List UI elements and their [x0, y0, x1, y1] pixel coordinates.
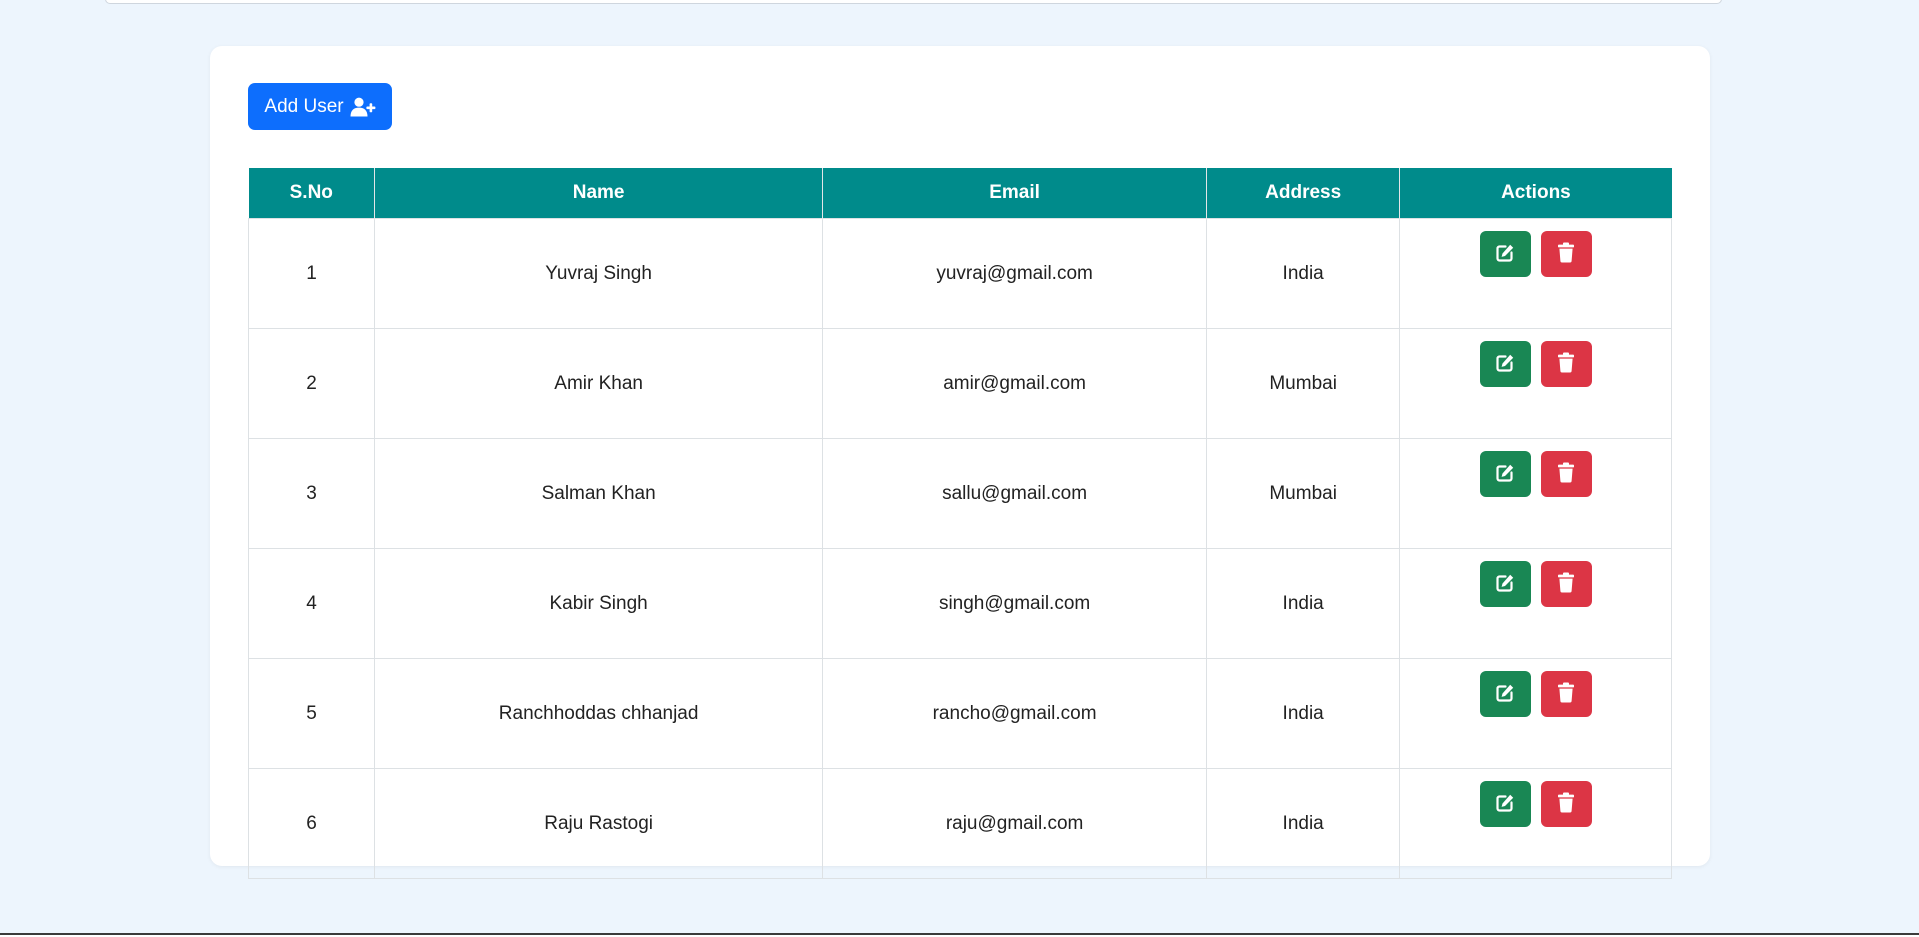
row-actions — [1400, 451, 1671, 497]
trash-icon — [1557, 572, 1575, 596]
edit-icon — [1495, 353, 1515, 376]
trash-icon — [1557, 792, 1575, 816]
users-card: Add User S.No Name Email Address Actions — [210, 46, 1710, 879]
delete-button[interactable] — [1540, 671, 1592, 717]
trash-icon — [1557, 352, 1575, 376]
trash-icon — [1557, 682, 1575, 706]
column-header-email: Email — [822, 168, 1207, 219]
cell-actions — [1399, 548, 1672, 659]
edit-icon — [1495, 683, 1515, 706]
edit-button[interactable] — [1479, 781, 1531, 827]
cell-name: Salman Khan — [374, 438, 824, 549]
cell-sno: 5 — [247, 658, 376, 769]
column-header-address: Address — [1206, 168, 1401, 219]
cell-email: raju@gmail.com — [822, 768, 1207, 879]
edit-button[interactable] — [1479, 341, 1531, 387]
row-actions — [1400, 671, 1671, 717]
cell-actions — [1399, 218, 1672, 329]
cell-address: India — [1205, 548, 1401, 659]
top-bar-edge — [105, 0, 1722, 4]
column-header-name: Name — [374, 168, 824, 219]
table-header-row: S.No Name Email Address Actions — [248, 168, 1672, 219]
cell-name: Raju Rastogi — [374, 768, 824, 879]
table-row: 5 Ranchhoddas chhanjad rancho@gmail.com … — [247, 658, 1672, 769]
users-table: S.No Name Email Address Actions 1 Yuvraj… — [247, 168, 1672, 879]
cell-actions — [1399, 438, 1672, 549]
cell-email: amir@gmail.com — [822, 328, 1207, 439]
row-actions — [1400, 781, 1671, 827]
cell-name: Kabir Singh — [374, 548, 824, 659]
trash-icon — [1557, 242, 1575, 266]
cell-actions — [1399, 768, 1672, 879]
edit-icon — [1495, 243, 1515, 266]
edit-button[interactable] — [1479, 231, 1531, 277]
cell-address: India — [1205, 658, 1401, 769]
page-background: Add User S.No Name Email Address Actions — [0, 0, 1919, 935]
cell-email: sallu@gmail.com — [822, 438, 1207, 549]
cell-name: Amir Khan — [374, 328, 824, 439]
table-row: 3 Salman Khan sallu@gmail.com Mumbai — [247, 438, 1672, 549]
table-row: 4 Kabir Singh singh@gmail.com India — [247, 548, 1672, 659]
column-header-sno: S.No — [248, 168, 376, 219]
cell-sno: 3 — [247, 438, 376, 549]
user-plus-icon — [350, 97, 376, 117]
cell-actions — [1399, 658, 1672, 769]
cell-address: Mumbai — [1205, 328, 1401, 439]
table-body: 1 Yuvraj Singh yuvraj@gmail.com India 2 … — [247, 218, 1672, 879]
cell-email: rancho@gmail.com — [822, 658, 1207, 769]
edit-button[interactable] — [1479, 561, 1531, 607]
table-row: 1 Yuvraj Singh yuvraj@gmail.com India — [247, 218, 1672, 329]
cell-sno: 6 — [247, 768, 376, 879]
cell-address: India — [1205, 768, 1401, 879]
cell-name: Yuvraj Singh — [374, 218, 824, 329]
add-user-button[interactable]: Add User — [248, 83, 392, 130]
delete-button[interactable] — [1540, 341, 1592, 387]
edit-icon — [1495, 463, 1515, 486]
row-actions — [1400, 341, 1671, 387]
delete-button[interactable] — [1540, 451, 1592, 497]
row-actions — [1400, 231, 1671, 277]
cell-name: Ranchhoddas chhanjad — [374, 658, 824, 769]
delete-button[interactable] — [1540, 231, 1592, 277]
column-header-actions: Actions — [1399, 168, 1672, 219]
add-user-label: Add User — [264, 95, 344, 117]
cell-sno: 1 — [247, 218, 376, 329]
delete-button[interactable] — [1540, 561, 1592, 607]
cell-sno: 2 — [247, 328, 376, 439]
cell-address: Mumbai — [1205, 438, 1401, 549]
delete-button[interactable] — [1540, 781, 1592, 827]
cell-email: yuvraj@gmail.com — [822, 218, 1207, 329]
row-actions — [1400, 561, 1671, 607]
trash-icon — [1557, 462, 1575, 486]
cell-sno: 4 — [247, 548, 376, 659]
table-row: 6 Raju Rastogi raju@gmail.com India — [247, 768, 1672, 879]
cell-address: India — [1205, 218, 1401, 329]
edit-button[interactable] — [1479, 451, 1531, 497]
edit-button[interactable] — [1479, 671, 1531, 717]
cell-email: singh@gmail.com — [822, 548, 1207, 659]
edit-icon — [1495, 573, 1515, 596]
cell-actions — [1399, 328, 1672, 439]
table-row: 2 Amir Khan amir@gmail.com Mumbai — [247, 328, 1672, 439]
edit-icon — [1495, 793, 1515, 816]
